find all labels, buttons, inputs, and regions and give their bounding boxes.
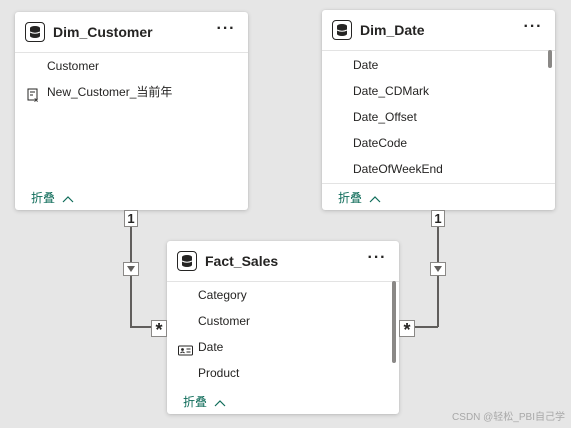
field-row[interactable]: Date_Offset: [322, 104, 555, 130]
table-card-dim-date[interactable]: Dim_Date ··· Date Date_CDMark Date_Offse…: [322, 10, 555, 210]
model-canvas[interactable]: Dim_Customer ··· Customer x New_Customer…: [0, 0, 571, 428]
database-icon: [332, 20, 352, 40]
field-label: DateOfWeekEnd: [353, 162, 443, 176]
database-icon: [25, 22, 45, 42]
table-header[interactable]: Dim_Customer ···: [15, 12, 248, 53]
field-label: Product: [198, 366, 240, 380]
field-row[interactable]: Customer: [167, 308, 399, 334]
field-label: Category: [198, 288, 247, 302]
field-row-measure[interactable]: x New_Customer_当前年: [15, 79, 248, 105]
collapse-label: 折叠: [338, 191, 363, 205]
table-card-dim-customer[interactable]: Dim_Customer ··· Customer x New_Customer…: [15, 12, 248, 210]
more-options-icon[interactable]: ···: [367, 250, 387, 271]
field-row-key[interactable]: Date: [167, 334, 399, 360]
database-icon: [177, 251, 197, 271]
field-row[interactable]: DateOfWeekEnd: [322, 156, 555, 182]
more-options-icon[interactable]: ···: [523, 19, 543, 40]
cardinality-many-badge[interactable]: *: [399, 320, 415, 340]
field-label: Date_Offset: [353, 110, 417, 124]
divider: [322, 183, 555, 184]
field-label: DateCode: [353, 136, 408, 150]
filter-direction-icon[interactable]: [430, 262, 446, 276]
chevron-up-icon: [62, 192, 74, 206]
chevron-up-icon: [214, 396, 226, 410]
table-header[interactable]: Dim_Date ···: [322, 10, 555, 51]
field-label: Date: [353, 58, 379, 72]
field-label: Date_CDMark: [353, 84, 430, 98]
table-title: Dim_Date: [360, 22, 425, 38]
chevron-up-icon: [369, 192, 381, 206]
collapse-label: 折叠: [31, 191, 56, 205]
filter-direction-icon[interactable]: [123, 262, 139, 276]
collapse-button[interactable]: 折叠: [31, 189, 74, 206]
field-label: Customer: [198, 314, 251, 328]
cardinality-many-badge[interactable]: *: [151, 320, 167, 340]
field-row[interactable]: Date: [322, 52, 555, 78]
collapse-button[interactable]: 折叠: [183, 393, 226, 410]
field-label: Date: [198, 340, 224, 354]
cardinality-one-badge[interactable]: 1: [431, 210, 445, 227]
table-card-fact-sales[interactable]: Fact_Sales ··· Category Customer Date Pr…: [167, 241, 399, 414]
more-options-icon[interactable]: ···: [216, 21, 236, 42]
watermark: CSDN @轻松_PBI自己学: [452, 412, 565, 423]
collapse-label: 折叠: [183, 395, 208, 409]
table-title: Fact_Sales: [205, 253, 279, 269]
field-row[interactable]: Customer: [15, 53, 248, 79]
calculated-measure-icon: x: [27, 85, 41, 111]
collapse-button[interactable]: 折叠: [338, 189, 381, 206]
field-label: New_Customer_当前年: [47, 85, 173, 99]
table-header[interactable]: Fact_Sales ···: [167, 241, 399, 282]
field-row[interactable]: DateCode: [322, 130, 555, 156]
field-row[interactable]: Product: [167, 360, 399, 386]
field-row[interactable]: Date_CDMark: [322, 78, 555, 104]
cardinality-one-badge[interactable]: 1: [124, 210, 138, 227]
table-title: Dim_Customer: [53, 24, 153, 40]
svg-text:x: x: [34, 96, 38, 102]
field-label: Customer: [47, 59, 100, 73]
field-row[interactable]: Category: [167, 282, 399, 308]
